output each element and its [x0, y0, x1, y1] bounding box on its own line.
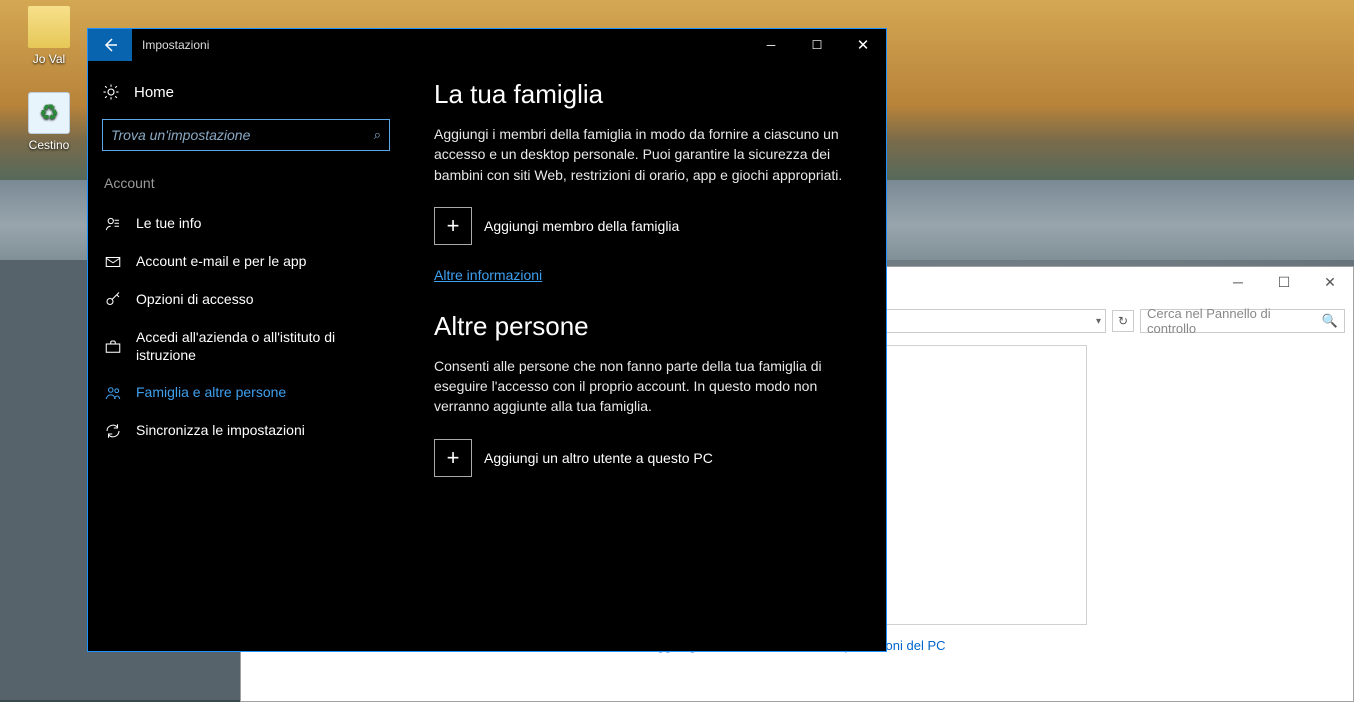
arrow-left-icon	[102, 37, 118, 53]
people-icon	[104, 384, 122, 402]
settings-window: Impostazioni ─ ☐ ✕ Home ⌕ Account Le tue	[87, 28, 887, 652]
others-description: Consenti alle persone che non fanno part…	[434, 356, 854, 417]
recycle-bin-icon	[28, 92, 70, 134]
gear-icon	[102, 83, 120, 101]
minimize-button[interactable]: ─	[748, 29, 794, 61]
home-button[interactable]: Home	[102, 73, 390, 119]
nav-label: Famiglia e altre persone	[136, 384, 286, 402]
settings-main: La tua famiglia Aggiungi i membri della …	[404, 61, 886, 651]
key-icon	[104, 291, 122, 309]
add-family-label: Aggiungi membro della famiglia	[484, 218, 679, 234]
briefcase-icon	[104, 338, 122, 356]
family-heading: La tua famiglia	[434, 79, 854, 110]
search-icon: ⌕	[374, 127, 381, 143]
nav-signin-options[interactable]: Opzioni di accesso	[102, 281, 390, 319]
control-panel-search[interactable]: Cerca nel Pannello di controllo 🔍	[1140, 309, 1345, 333]
nav-email-accounts[interactable]: Account e-mail e per le app	[102, 243, 390, 281]
plus-icon: +	[434, 439, 472, 477]
others-heading: Altre persone	[434, 311, 854, 342]
section-label: Account	[104, 175, 390, 191]
mail-icon	[104, 253, 122, 271]
nav-label: Le tue info	[136, 215, 201, 233]
close-button[interactable]: ✕	[1307, 267, 1353, 297]
titlebar: Impostazioni ─ ☐ ✕	[88, 29, 886, 61]
search-placeholder: Cerca nel Pannello di controllo	[1147, 306, 1322, 336]
nav-label: Accedi all'azienda o all'istituto di ist…	[136, 329, 388, 364]
nav-work-access[interactable]: Accedi all'azienda o all'istituto di ist…	[102, 319, 390, 374]
desktop-icon-label: Jo Val	[12, 52, 86, 66]
add-family-member-button[interactable]: + Aggiungi membro della famiglia	[434, 207, 854, 245]
plus-icon: +	[434, 207, 472, 245]
minimize-button[interactable]: ─	[1215, 267, 1261, 297]
nav-sync-settings[interactable]: Sincronizza le impostazioni	[102, 412, 390, 450]
add-other-label: Aggiungi un altro utente a questo PC	[484, 450, 713, 466]
folder-icon	[28, 6, 70, 48]
refresh-button[interactable]: ↻	[1112, 310, 1134, 332]
desktop-icon-recycle-bin[interactable]: Cestino	[12, 92, 86, 152]
chevron-down-icon: ▾	[1096, 316, 1101, 327]
nav-your-info[interactable]: Le tue info	[102, 205, 390, 243]
nav-label: Opzioni di accesso	[136, 291, 254, 309]
nav-label: Account e-mail e per le app	[136, 253, 306, 271]
nav-label: Sincronizza le impostazioni	[136, 422, 305, 440]
back-button[interactable]	[88, 29, 132, 61]
nav-family-other[interactable]: Famiglia e altre persone	[102, 374, 390, 412]
sync-icon	[104, 422, 122, 440]
family-description: Aggiungi i membri della famiglia in modo…	[434, 124, 854, 185]
person-icon	[104, 215, 122, 233]
search-icon: 🔍	[1322, 313, 1338, 329]
maximize-button[interactable]: ☐	[794, 29, 840, 61]
desktop-icon-label: Cestino	[12, 138, 86, 152]
desktop-icon-user-folder[interactable]: Jo Val	[12, 6, 86, 66]
settings-sidebar: Home ⌕ Account Le tue info Account e-mai…	[88, 61, 404, 651]
more-info-link[interactable]: Altre informazioni	[434, 267, 542, 283]
maximize-button[interactable]: ☐	[1261, 267, 1307, 297]
close-button[interactable]: ✕	[840, 29, 886, 61]
home-label: Home	[134, 84, 174, 101]
search-input[interactable]	[111, 127, 374, 143]
window-title: Impostazioni	[132, 29, 748, 61]
settings-search[interactable]: ⌕	[102, 119, 390, 151]
add-other-user-button[interactable]: + Aggiungi un altro utente a questo PC	[434, 439, 854, 477]
